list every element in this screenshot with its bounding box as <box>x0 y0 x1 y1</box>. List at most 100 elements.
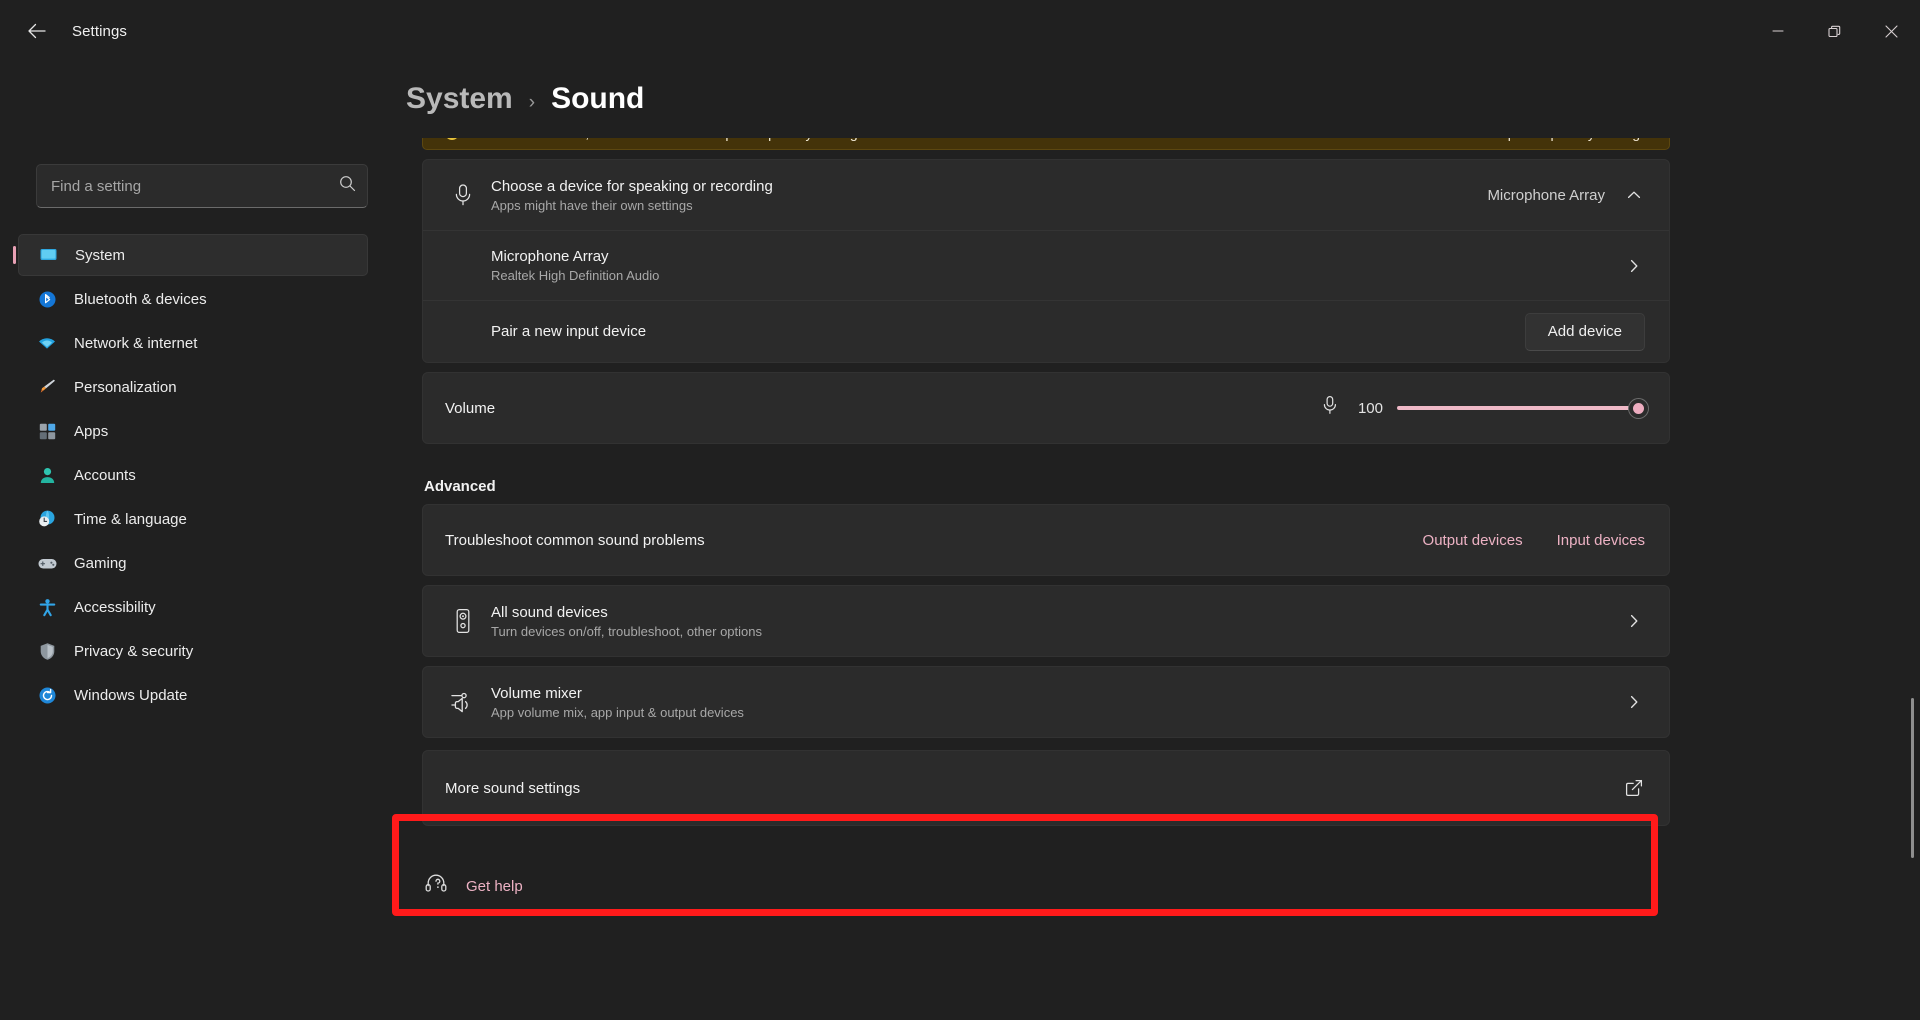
minimize-button[interactable] <box>1749 0 1806 62</box>
pair-input-device-label: Pair a new input device <box>491 323 646 340</box>
sidebar-item-personalization[interactable]: Personalization <box>18 366 368 408</box>
output-devices-link[interactable]: Output devices <box>1423 532 1523 549</box>
main-content: System › Sound To <box>390 62 1920 1020</box>
speaker-device-icon <box>445 608 481 634</box>
vertical-scrollbar[interactable] <box>1911 698 1914 858</box>
all-sound-devices-subtitle: Turn devices on/off, troubleshoot, other… <box>491 624 762 639</box>
sidebar-item-apps[interactable]: Apps <box>18 410 368 452</box>
input-devices-link[interactable]: Input devices <box>1557 532 1645 549</box>
microphone-privacy-settings-link[interactable]: Microphone privacy settings <box>1473 138 1647 141</box>
microphone-array-subtitle: Realtek High Definition Audio <box>491 268 659 283</box>
monitor-icon <box>37 244 59 266</box>
chevron-right-icon[interactable] <box>1623 610 1645 632</box>
page-title: Sound <box>551 82 644 116</box>
microphone-icon <box>1321 395 1339 421</box>
wifi-icon <box>36 332 58 354</box>
back-arrow-icon <box>27 23 46 39</box>
person-icon <box>36 464 58 486</box>
more-sound-settings-card[interactable]: More sound settings <box>422 750 1670 826</box>
more-sound-settings-row[interactable]: More sound settings <box>423 751 1669 825</box>
input-device-card: Choose a device for speaking or recordin… <box>422 159 1670 363</box>
microphone-array-title: Microphone Array <box>491 248 659 265</box>
bluetooth-icon <box>36 288 58 310</box>
sidebar-item-system[interactable]: System <box>18 234 368 276</box>
sidebar-item-accessibility[interactable]: Accessibility <box>18 586 368 628</box>
settings-content: To use this device, allow access in micr… <box>422 138 1670 901</box>
sidebar-item-label: Apps <box>74 423 108 440</box>
minimize-icon <box>1772 25 1784 37</box>
volume-mixer-text: Volume mixer App volume mix, app input &… <box>491 685 744 720</box>
sidebar-item-bluetooth-devices[interactable]: Bluetooth & devices <box>18 278 368 320</box>
chevron-right-icon[interactable] <box>1623 255 1645 277</box>
restore-button[interactable] <box>1806 0 1863 62</box>
sidebar-item-network-internet[interactable]: Network & internet <box>18 322 368 364</box>
all-sound-devices-card[interactable]: All sound devices Turn devices on/off, t… <box>422 585 1670 657</box>
sidebar-item-label: Privacy & security <box>74 643 193 660</box>
pair-input-device-row: Pair a new input device Add device <box>423 300 1669 362</box>
advanced-heading: Advanced <box>424 478 1670 495</box>
all-sound-devices-right <box>1623 610 1645 632</box>
volume-label: Volume <box>445 400 495 417</box>
volume-slider-track <box>1397 406 1645 410</box>
volume-row: Volume 100 <box>423 373 1669 443</box>
volume-slider-thumb[interactable] <box>1629 399 1648 418</box>
back-button[interactable] <box>14 13 58 49</box>
chevron-right-icon[interactable] <box>1623 691 1645 713</box>
volume-text: Volume <box>445 400 495 417</box>
choose-input-device-row[interactable]: Choose a device for speaking or recordin… <box>423 160 1669 230</box>
sidebar-item-label: Bluetooth & devices <box>74 291 207 308</box>
sidebar-item-label: System <box>75 247 125 264</box>
settings-scroll-area: To use this device, allow access in micr… <box>406 138 1920 1002</box>
sidebar-item-label: Windows Update <box>74 687 187 704</box>
chevron-up-icon[interactable] <box>1623 184 1645 206</box>
sidebar-item-accounts[interactable]: Accounts <box>18 454 368 496</box>
search-input[interactable] <box>36 164 368 208</box>
troubleshoot-text: Troubleshoot common sound problems <box>445 532 705 549</box>
shield-icon <box>36 640 58 662</box>
microphone-array-row[interactable]: Microphone Array Realtek High Definition… <box>423 230 1669 300</box>
breadcrumb-separator: › <box>529 92 535 114</box>
sidebar-item-label: Network & internet <box>74 335 197 352</box>
microphone-privacy-warning: To use this device, allow access in micr… <box>422 138 1670 150</box>
search-box <box>36 164 368 208</box>
troubleshoot-row: Troubleshoot common sound problems Outpu… <box>423 505 1669 575</box>
pair-input-device-right: Add device <box>1525 313 1645 351</box>
help-icon <box>424 872 448 901</box>
volume-mixer-right <box>1623 691 1645 713</box>
app-title: Settings <box>72 23 127 40</box>
window-controls <box>1749 0 1920 62</box>
clock-globe-icon <box>36 508 58 530</box>
title-bar: Settings <box>0 0 1920 62</box>
more-sound-settings-text: More sound settings <box>445 780 580 797</box>
open-external-icon[interactable] <box>1623 777 1645 799</box>
sidebar-item-label: Accessibility <box>74 599 156 616</box>
sidebar-item-privacy-security[interactable]: Privacy & security <box>18 630 368 672</box>
volume-mixer-card[interactable]: Volume mixer App volume mix, app input &… <box>422 666 1670 738</box>
pair-input-device-text: Pair a new input device <box>491 323 646 340</box>
volume-mixer-subtitle: App volume mix, app input & output devic… <box>491 705 744 720</box>
volume-mixer-row[interactable]: Volume mixer App volume mix, app input &… <box>423 667 1669 737</box>
warning-icon <box>443 138 460 142</box>
add-device-button[interactable]: Add device <box>1525 313 1645 351</box>
volume-value: 100 <box>1353 400 1383 417</box>
microphone-icon <box>445 183 481 207</box>
accessibility-icon <box>36 596 58 618</box>
microphone-array-text: Microphone Array Realtek High Definition… <box>491 248 659 283</box>
breadcrumb: System › Sound <box>16 62 1920 138</box>
sidebar-item-label: Gaming <box>74 555 127 572</box>
volume-slider[interactable] <box>1397 397 1645 419</box>
sidebar-item-time-language[interactable]: Time & language <box>18 498 368 540</box>
volume-controls: 100 <box>1321 395 1645 421</box>
sidebar-item-gaming[interactable]: Gaming <box>18 542 368 584</box>
troubleshoot-card: Troubleshoot common sound problems Outpu… <box>422 504 1670 576</box>
get-help-link[interactable]: Get help <box>424 872 1670 901</box>
troubleshoot-links: Output devices Input devices <box>1423 532 1645 549</box>
all-sound-devices-text: All sound devices Turn devices on/off, t… <box>491 604 762 639</box>
all-sound-devices-row[interactable]: All sound devices Turn devices on/off, t… <box>423 586 1669 656</box>
sidebar-item-windows-update[interactable]: Windows Update <box>18 674 368 716</box>
all-sound-devices-title: All sound devices <box>491 604 762 621</box>
close-button[interactable] <box>1863 0 1920 62</box>
breadcrumb-parent[interactable]: System <box>406 82 513 116</box>
more-sound-settings-right <box>1623 777 1645 799</box>
volume-mixer-icon <box>445 690 481 714</box>
